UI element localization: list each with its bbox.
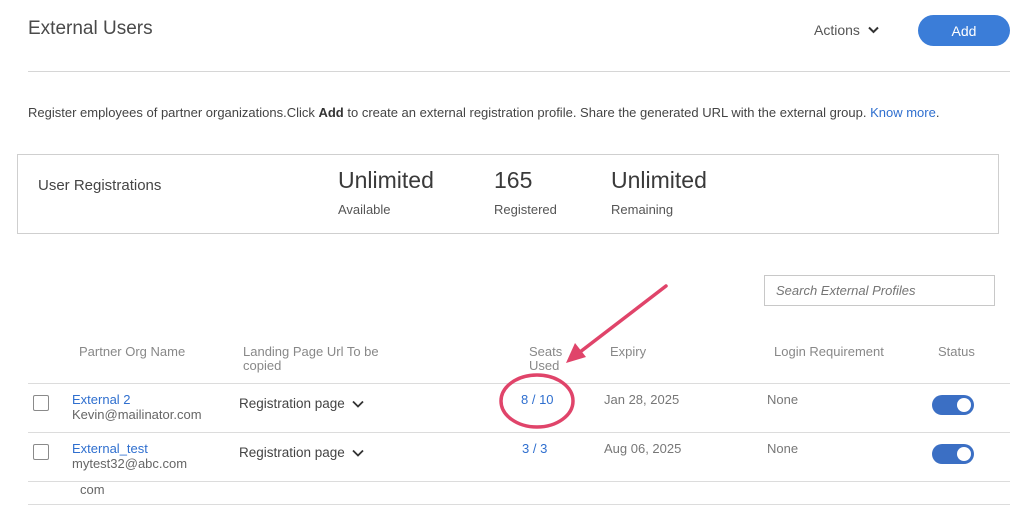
row-divider [28, 481, 1010, 482]
toggle-knob [957, 447, 971, 461]
overflow-text: com [80, 482, 105, 497]
annotation-arrow-head [566, 343, 586, 363]
toggle-knob [957, 398, 971, 412]
column-header-status: Status [938, 344, 975, 359]
expiry-date: Aug 06, 2025 [604, 441, 682, 456]
column-header-seats: Seats Used [529, 344, 563, 373]
org-email: mytest32@abc.com [72, 456, 188, 471]
status-toggle[interactable] [932, 444, 974, 464]
landing-page-dropdown[interactable]: Registration page [239, 445, 364, 460]
row-checkbox[interactable] [33, 444, 49, 460]
table-header-divider [28, 383, 1010, 384]
seats-used-link[interactable]: 3 / 3 [522, 441, 547, 456]
know-more-link[interactable]: Know more [870, 105, 936, 120]
row-checkbox[interactable] [33, 395, 49, 411]
actions-label: Actions [814, 22, 860, 38]
org-name-link[interactable]: External 2 [72, 392, 131, 407]
page-title: External Users [28, 18, 153, 39]
column-header-partner: Partner Org Name [79, 344, 186, 359]
chevron-down-icon [352, 449, 364, 457]
description-text: Register employees of partner organizati… [28, 105, 940, 120]
column-header-landing: Landing Page Url To be copied [243, 344, 379, 373]
login-requirement: None [767, 392, 799, 407]
annotation-arrow-line [578, 284, 668, 354]
stat-available: Unlimited Available [338, 167, 434, 217]
stat-remaining: Unlimited Remaining [611, 167, 707, 217]
landing-page-label: Registration page [239, 445, 345, 460]
status-toggle[interactable] [932, 395, 974, 415]
landing-page-dropdown[interactable]: Registration page [239, 396, 364, 411]
registrations-title: User Registrations [38, 177, 162, 194]
column-header-login: Login Requirement [774, 344, 884, 359]
search-input[interactable] [764, 275, 995, 306]
stat-label: Registered [494, 202, 557, 217]
stat-label: Remaining [611, 202, 674, 217]
org-name-link[interactable]: External_test [72, 441, 148, 456]
stat-registered: 165 Registered [494, 167, 557, 217]
stat-value: Unlimited [611, 167, 707, 193]
org-email: Kevin@mailinator.com [72, 407, 202, 422]
actions-dropdown[interactable]: Actions [814, 22, 879, 38]
expiry-date: Jan 28, 2025 [604, 392, 680, 407]
login-requirement: None [767, 441, 799, 456]
chevron-down-icon [352, 400, 364, 408]
stat-value: Unlimited [338, 167, 434, 193]
stat-value: 165 [494, 167, 533, 193]
seats-used-link[interactable]: 8 / 10 [521, 392, 554, 407]
row-divider [28, 504, 1010, 505]
row-divider [28, 432, 1010, 433]
header-divider [28, 71, 1010, 72]
user-registrations-panel: User Registrations Unlimited Available 1… [17, 154, 999, 234]
annotation-overlay [499, 284, 668, 429]
landing-page-label: Registration page [239, 396, 345, 411]
chevron-down-icon [868, 26, 879, 34]
stat-label: Available [338, 202, 391, 217]
add-button[interactable]: Add [918, 15, 1010, 46]
column-header-expiry: Expiry [610, 344, 647, 359]
